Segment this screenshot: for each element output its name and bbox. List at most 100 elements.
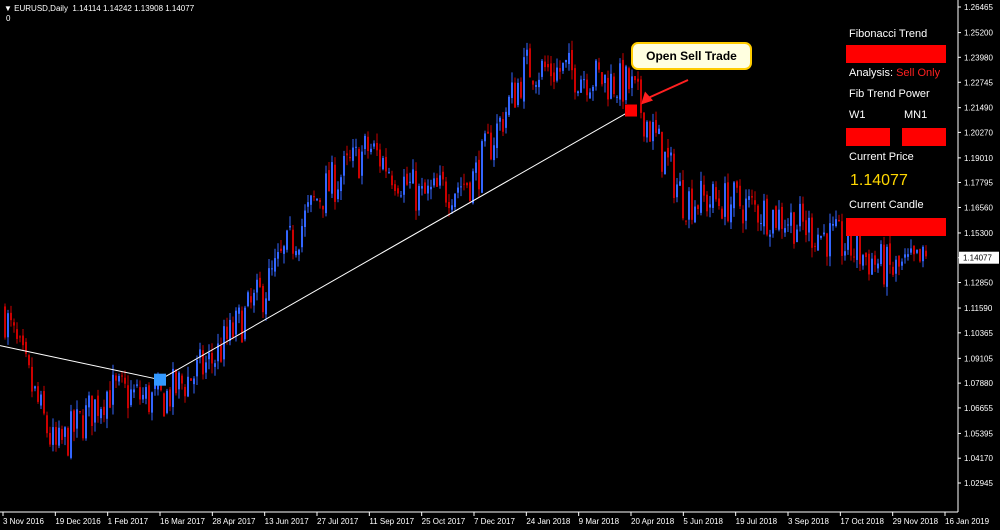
candle-body [862, 255, 864, 266]
candle-body [19, 336, 21, 338]
candle-body [241, 310, 243, 343]
candle-body [598, 62, 600, 70]
candle-body [877, 263, 879, 269]
candle-body [592, 86, 594, 92]
candle-body [25, 341, 27, 354]
candle-body [589, 92, 591, 99]
candle-body [703, 184, 705, 196]
candle-body [805, 220, 807, 236]
buy-signal-marker [154, 373, 166, 386]
candle-body [175, 369, 177, 394]
candle-body [688, 191, 690, 220]
candle-body [331, 162, 333, 194]
candle-body [214, 363, 216, 367]
candle-body [193, 378, 195, 385]
candle-body [577, 91, 579, 94]
candle-body [94, 399, 96, 423]
candle-body [34, 386, 36, 389]
candle-body [868, 253, 870, 275]
candle-body [523, 57, 525, 102]
candle-body [322, 205, 324, 210]
candle-body [493, 145, 495, 161]
time-tick-label: 7 Dec 2017 [474, 517, 515, 526]
mn1-label: MN1 [904, 109, 928, 121]
candle-body [607, 77, 609, 100]
candle-body [46, 415, 48, 434]
candle-body [880, 244, 882, 265]
candle-body [790, 212, 792, 226]
candle-body [841, 221, 843, 256]
candle-body [346, 153, 348, 156]
candle-body [367, 136, 369, 152]
candle-body [856, 234, 858, 260]
candle-body [775, 206, 777, 228]
candle-body [184, 386, 186, 397]
candle-body [442, 171, 444, 180]
candle-body [154, 385, 156, 389]
candle-body [925, 250, 927, 257]
price-tick-label: 1.16560 [964, 203, 993, 212]
candle-body [406, 173, 408, 185]
trend-lines [0, 110, 632, 381]
candle-body [514, 82, 516, 108]
candle-body [466, 182, 468, 186]
candle-body [487, 131, 489, 134]
candle-body [190, 378, 192, 381]
candle-body [586, 79, 588, 96]
menu-arrow-icon[interactable]: ▼ [4, 4, 12, 13]
price-tick-label: 1.22745 [964, 78, 993, 87]
candle-body [7, 313, 9, 338]
candle-body [16, 329, 18, 339]
price-chart[interactable]: 1.26465 1.25200 1.23980 1.22745 1.21490 1.202… [0, 0, 1000, 530]
candle-body [697, 205, 699, 209]
candle-body [757, 205, 759, 223]
candle-body [853, 256, 855, 258]
candle-body [343, 155, 345, 176]
time-tick-label: 16 Jan 2019 [945, 517, 990, 526]
candle-body [211, 352, 213, 364]
time-tick-label: 9 Mar 2018 [579, 517, 620, 526]
candle-body [781, 206, 783, 229]
candle-body [913, 245, 915, 255]
candle-body [859, 234, 861, 265]
candle-body [52, 427, 54, 445]
candle-body [202, 350, 204, 375]
candle-body [100, 408, 102, 419]
candle-body [139, 387, 141, 400]
w1-label: W1 [849, 109, 866, 121]
candle-body [475, 162, 477, 173]
price-title: Current Price [849, 151, 914, 163]
candle-body [85, 405, 87, 439]
candle-body [661, 131, 663, 172]
candle-body [685, 220, 687, 222]
candle-body [643, 112, 645, 137]
trade-markers [154, 79, 689, 386]
candle-body [721, 208, 723, 219]
candle-body [337, 189, 339, 200]
candle-body [901, 261, 903, 266]
time-tick-label: 25 Oct 2017 [422, 517, 466, 526]
candle-body [664, 151, 666, 175]
candle-body [61, 428, 63, 440]
candle-body [283, 246, 285, 254]
candle-body [118, 375, 120, 382]
candle-body [526, 49, 528, 56]
candle-body [208, 352, 210, 360]
candles [4, 40, 927, 460]
candle-body [277, 252, 279, 259]
price-tick-label: 1.26465 [964, 3, 993, 12]
candle-body [547, 64, 549, 68]
candle-body [433, 178, 435, 186]
price-tick-label: 1.23980 [964, 53, 993, 62]
trend-line [159, 110, 632, 381]
candle-body [370, 148, 372, 152]
candle-body [826, 233, 828, 257]
candle-body [430, 186, 432, 190]
sell-arrow-head [641, 91, 653, 105]
candle-body [400, 195, 402, 197]
candle-body [511, 82, 513, 99]
candle-body [235, 310, 237, 335]
candle-body [616, 96, 618, 98]
candle-body [814, 245, 816, 247]
candle-body [79, 411, 81, 413]
